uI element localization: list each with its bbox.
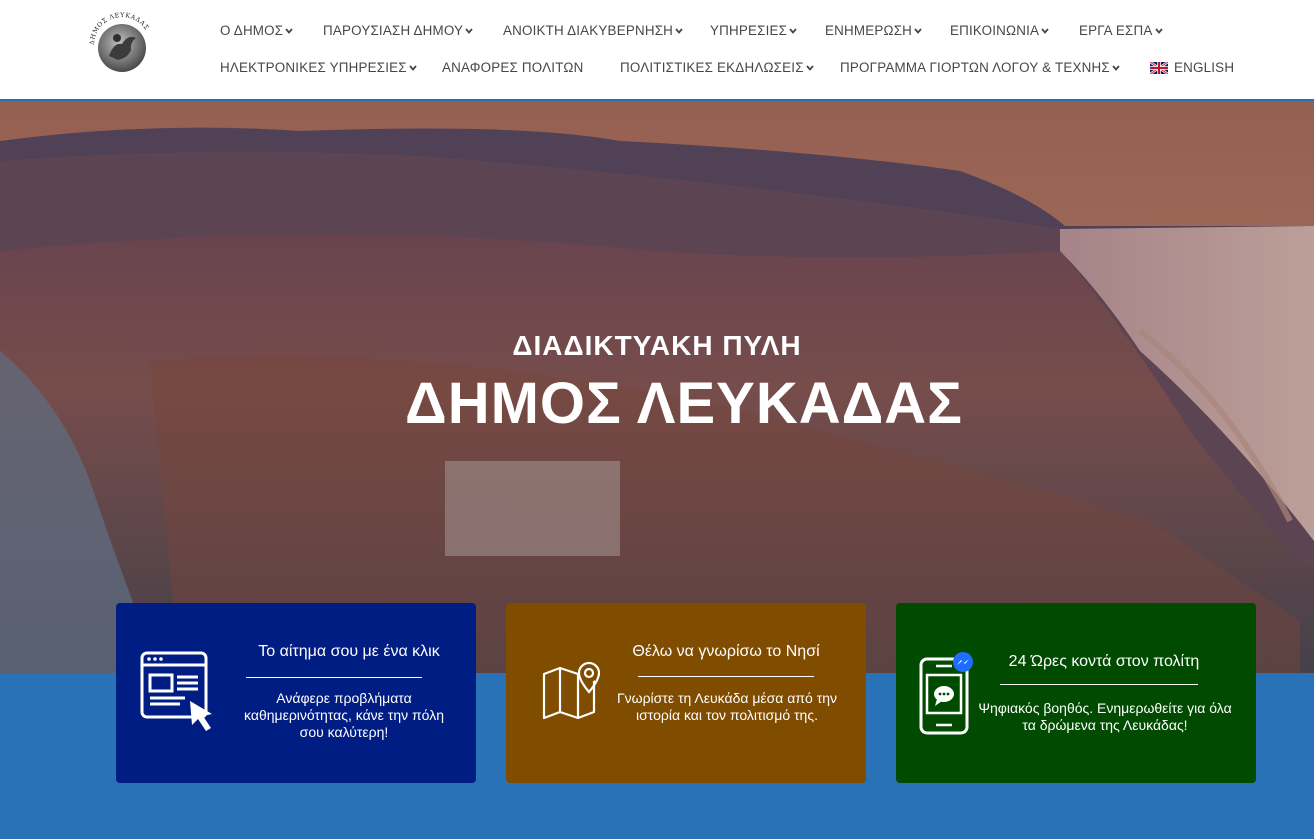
card-discover-island[interactable]: Θέλω να γνωρίσω το Νησί Γνωρίστε τη Λευκ… [506, 603, 866, 783]
hero-subtitle: ΔΙΑΔΙΚΤΥΑΚΗ ΠΥΛΗ [512, 330, 802, 361]
nav-parousiasi-dimou[interactable]: ΠΑΡΟΥΣΙΑΣΗ ΔΗΜΟΥ [323, 21, 473, 41]
chevron-down-icon [806, 65, 814, 71]
chevron-down-icon [1041, 28, 1049, 34]
card-title: 24 Ώρες κοντά στον πολίτη [1008, 653, 1200, 670]
card-divider [1000, 684, 1198, 685]
nav-anoikti-diakyvernisi[interactable]: ΑΝΟΙΚΤΗ ΔΙΑΚΥΒΕΡΝΗΣΗ [503, 21, 683, 41]
nav-english[interactable]: ENGLISH [1150, 58, 1234, 78]
card-request-one-click[interactable]: Το αίτημα σου με ένα κλικ Ανάφερε προβλή… [116, 603, 476, 783]
uk-flag-icon [1150, 62, 1168, 74]
card-description: Γνωρίστε τη Λευκάδα μέσα από την ιστορία… [616, 690, 838, 723]
map-pin-icon [542, 660, 601, 720]
chevron-down-icon [675, 28, 683, 34]
card-24h-citizen[interactable]: 24 Ώρες κοντά στον πολίτη Ψηφιακός βοηθό… [896, 603, 1256, 783]
chevron-down-icon [465, 28, 473, 34]
nav-anafores-politon[interactable]: ΑΝΑΦΟΡΕΣ ΠΟΛΙΤΩΝ [442, 58, 583, 78]
chevron-down-icon [914, 28, 922, 34]
chevron-down-icon [1154, 28, 1163, 34]
chevron-down-icon [285, 28, 293, 34]
hero-title: ΔΗΜΟΣ ΛΕΥΚΑΔΑΣ [405, 371, 963, 436]
nav-politistikes-ekdiloseis[interactable]: ΠΟΛΙΤΙΣΤΙΚΕΣ ΕΚΔΗΛΩΣΕΙΣ [620, 58, 814, 78]
browser-form-click-icon [140, 651, 212, 731]
chevron-down-icon [789, 28, 797, 34]
main-nav-row-2: ΗΛΕΚΤΡΟΝΙΚΕΣ ΥΠΗΡΕΣΙΕΣ ΑΝΑΦΟΡΕΣ ΠΟΛΙΤΩΝ … [0, 58, 1314, 78]
main-nav-row-1: Ο ΔΗΜΟΣ ΠΑΡΟΥΣΙΑΣΗ ΔΗΜΟΥ ΑΝΟΙΚΤΗ ΔΙΑΚΥΒΕ… [0, 21, 1314, 41]
nav-o-dimos[interactable]: Ο ΔΗΜΟΣ [220, 21, 293, 41]
nav-erga-espa[interactable]: ΕΡΓΑ ΕΣΠΑ [1079, 21, 1163, 41]
card-title: Θέλω να γνωρίσω το Νησί [632, 643, 820, 660]
nav-ypiresies[interactable]: ΥΠΗΡΕΣΙΕΣ [710, 21, 797, 41]
nav-enimerosi[interactable]: ΕΝΗΜΕΡΩΣΗ [825, 21, 922, 41]
nav-ilektronikes-ypiresies[interactable]: ΗΛΕΚΤΡΟΝΙΚΕΣ ΥΠΗΡΕΣΙΕΣ [220, 58, 417, 78]
card-divider [246, 677, 422, 678]
chevron-down-icon [409, 65, 417, 71]
card-title: Το αίτημα σου με ένα κλικ [258, 643, 440, 660]
card-description: Ανάφερε προβλήματα καθημερινότητας, κάνε… [244, 690, 444, 740]
hero-banner: ΔΙΑΔΙΚΤΥΑΚΗ ΠΥΛΗ ΔΗΜΟΣ ΛΕΥΚΑΔΑΣ [0, 101, 1314, 673]
nav-epikoinonia[interactable]: ΕΠΙΚΟΙΝΩΝΙΑ [950, 21, 1049, 41]
chevron-down-icon [1112, 65, 1120, 71]
card-description: Ψηφιακός βοηθός. Ενημερωθείτε για όλα τα… [978, 700, 1232, 733]
phone-messenger-chat-icon [919, 652, 973, 735]
card-divider [638, 676, 814, 677]
nav-programma-giorton[interactable]: ΠΡΟΓΡΑΜΜΑ ΓΙΟΡΤΩΝ ΛΟΓΟΥ & ΤΕΧΝΗΣ [840, 58, 1120, 78]
site-header: ΔΗΜΟΣ ΛΕΥΚΑΔΑΣ Ο ΔΗΜΟΣ ΠΑΡΟΥΣΙΑΣΗ ΔΗΜΟΥ … [0, 0, 1314, 100]
